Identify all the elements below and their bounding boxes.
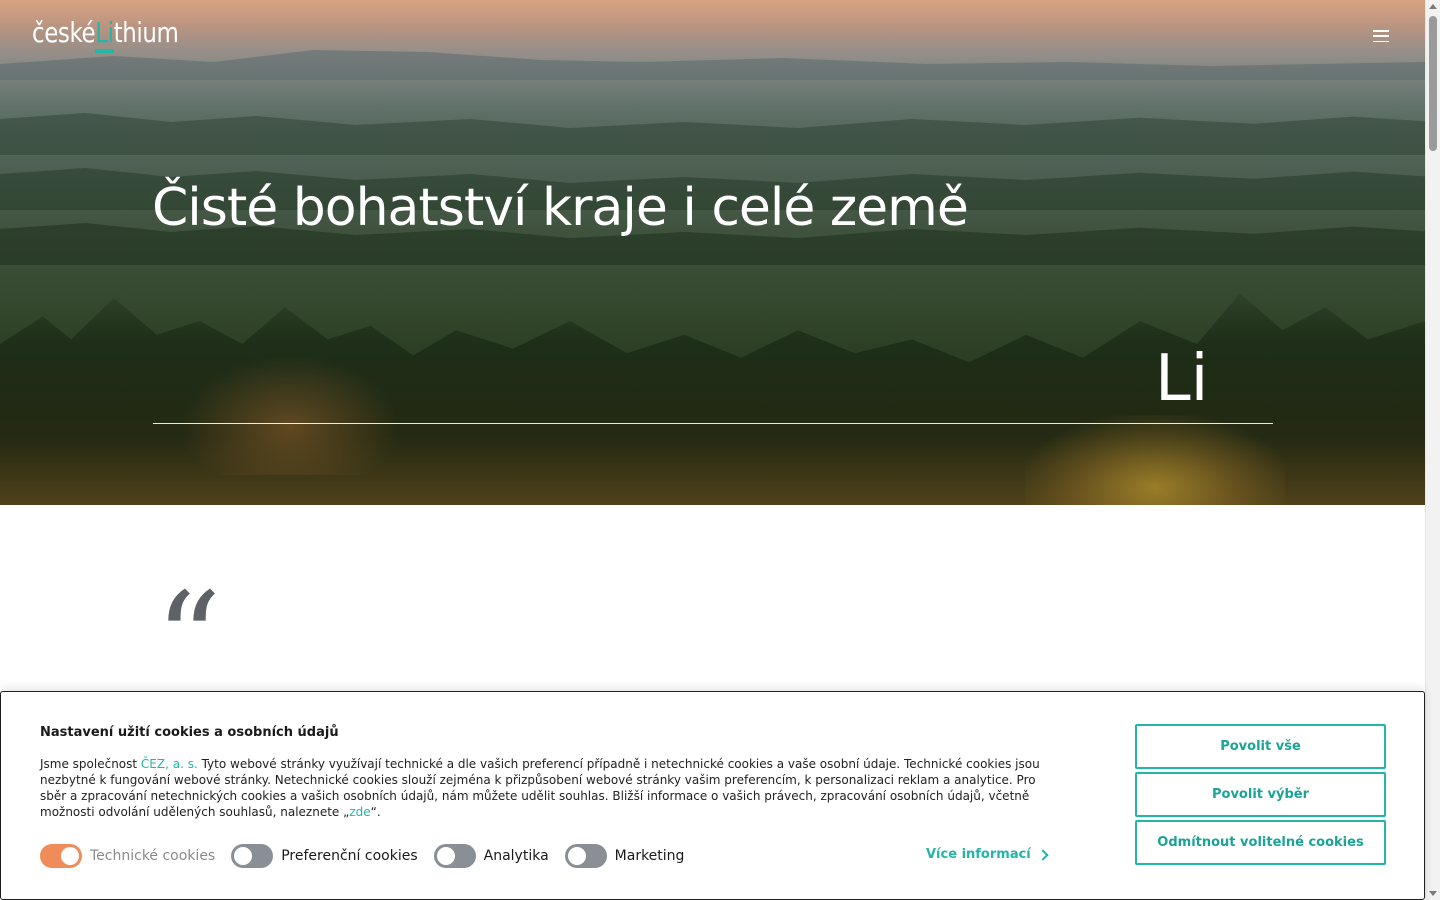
cookie-toggle-group: Technické cookies Preferenční cookies An…	[40, 844, 684, 868]
cookie-text-intro: Jsme společnost	[40, 757, 141, 771]
quote-mark-icon: “	[155, 564, 222, 716]
scroll-up-arrow-icon[interactable]	[1429, 4, 1437, 9]
hamburger-line	[1373, 40, 1389, 42]
scrollbar-thumb[interactable]	[1429, 16, 1437, 151]
logo-text-thium: thium	[113, 16, 179, 49]
analytics-switch[interactable]	[433, 844, 476, 868]
preference-cookies-switch[interactable]	[231, 844, 274, 868]
switch-knob	[567, 847, 586, 865]
chevron-right-icon	[1037, 849, 1049, 861]
site-logo[interactable]: české Li thium	[32, 16, 179, 53]
more-info-label: Více informací	[926, 847, 1031, 862]
hamburger-icon[interactable]	[1371, 28, 1391, 44]
hero-title: Čisté bohatství kraje i celé země	[152, 178, 969, 238]
logo-text-li: Li	[95, 16, 114, 53]
allow-all-button[interactable]: Povolit vše	[1135, 724, 1386, 769]
hero-autumn-foliage-right	[1025, 415, 1285, 505]
hamburger-line	[1373, 35, 1389, 37]
marketing-label: Marketing	[614, 848, 685, 864]
analytics-label: Analytika	[483, 848, 549, 864]
toggle-preference: Preferenční cookies	[231, 844, 418, 868]
marketing-switch[interactable]	[564, 844, 607, 868]
toggle-marketing: Marketing	[564, 844, 685, 868]
hero-divider-line	[153, 423, 1273, 424]
preference-cookies-label: Preferenční cookies	[281, 848, 418, 864]
cookie-panel-title: Nastavení užití cookies a osobních údajů	[40, 725, 339, 740]
technical-cookies-label: Technické cookies	[90, 848, 216, 864]
cookie-consent-panel: Nastavení užití cookies a osobních údajů…	[0, 691, 1425, 900]
company-link[interactable]: ČEZ, a. s.	[141, 757, 198, 771]
hero-li-symbol: Li	[1155, 342, 1209, 416]
cookie-panel-description: Jsme společnost ČEZ, a. s. Tyto webové s…	[40, 756, 1040, 820]
hero-autumn-foliage-left	[180, 355, 400, 475]
switch-knob	[234, 847, 253, 865]
more-info-link[interactable]: Více informací	[926, 847, 1049, 862]
hero-section: Čisté bohatství kraje i celé země Li	[0, 0, 1425, 505]
hamburger-line	[1373, 30, 1389, 32]
technical-cookies-switch[interactable]	[40, 844, 82, 868]
here-link[interactable]: zde	[349, 805, 370, 819]
switch-knob	[61, 847, 79, 865]
toggle-analytics: Analytika	[433, 844, 549, 868]
switch-knob	[436, 847, 455, 865]
allow-selection-button[interactable]: Povolit výběr	[1135, 772, 1386, 817]
logo-text-ceske: české	[32, 16, 96, 49]
page-scrollbar[interactable]	[1425, 0, 1440, 900]
scroll-down-arrow-icon[interactable]	[1429, 891, 1437, 896]
cookie-text-end: “.	[370, 805, 381, 819]
reject-optional-button[interactable]: Odmítnout volitelné cookies	[1135, 820, 1386, 865]
toggle-technical: Technické cookies	[40, 844, 215, 868]
